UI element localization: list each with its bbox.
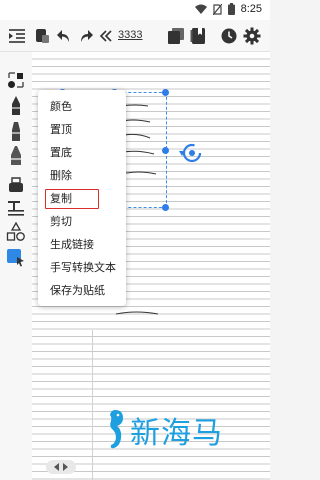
nav-left-icon[interactable]	[54, 463, 59, 471]
seahorse-logo-icon	[110, 410, 123, 449]
selection-tool-icon[interactable]	[6, 248, 26, 268]
pen-icon[interactable]	[6, 96, 26, 116]
gear-icon[interactable]	[242, 26, 262, 46]
page-nav-pill[interactable]	[46, 460, 76, 474]
menu-item-delete[interactable]: 删除	[38, 165, 126, 187]
selection-handle-bottom-right[interactable]	[162, 204, 169, 211]
nav-right-icon[interactable]	[63, 463, 68, 471]
undo-icon[interactable]	[54, 26, 74, 46]
context-menu: 颜色 置顶 置底 删除 复制 剪切 生成链接 手写转换文本 保存为贴纸	[38, 90, 126, 306]
bookmark-book-icon[interactable]	[188, 26, 208, 46]
page-number[interactable]: 3333	[118, 29, 142, 41]
double-chevron-left-icon[interactable]	[96, 26, 116, 46]
eraser-tool-icon[interactable]	[6, 174, 26, 194]
menu-item-cut[interactable]: 剪切	[38, 211, 126, 233]
status-bar: 8:25	[0, 0, 270, 20]
no-sim-icon	[212, 3, 222, 15]
menu-item-bring-to-top[interactable]: 置顶	[38, 119, 126, 141]
battery-icon	[227, 3, 235, 15]
clock-icon[interactable]	[219, 26, 239, 46]
menu-item-send-to-bottom[interactable]: 置底	[38, 142, 126, 164]
layers-icon[interactable]	[166, 26, 186, 46]
eraser-icon[interactable]	[32, 26, 52, 46]
highlighter-icon[interactable]	[6, 146, 26, 166]
marker-icon[interactable]	[6, 122, 26, 142]
status-time: 8:25	[240, 3, 262, 15]
selection-handle-right[interactable]	[162, 147, 169, 154]
selection-handle-top-right[interactable]	[162, 89, 169, 96]
watermark: 新海马	[106, 408, 223, 452]
menu-item-copy[interactable]: 复制	[44, 188, 100, 210]
top-toolbar: 3333	[0, 20, 270, 52]
screen: 8:25 3333 颜色 置顶 置底 删除 复制 剪切 生成链接 手写转换文本 …	[0, 0, 270, 480]
redo-icon[interactable]	[76, 26, 96, 46]
left-tool-strip	[0, 52, 32, 480]
text-tool-icon[interactable]	[6, 198, 26, 218]
menu-item-generate-link[interactable]: 生成链接	[38, 234, 126, 256]
menu-item-handwriting-to-text[interactable]: 手写转换文本	[38, 257, 126, 279]
list-collapse-icon[interactable]	[7, 26, 27, 46]
lasso-select-icon[interactable]	[6, 70, 26, 90]
shapes-icon[interactable]	[6, 222, 26, 242]
menu-item-save-as-sticker[interactable]: 保存为贴纸	[38, 280, 126, 302]
status-icons: 8:25	[194, 3, 262, 15]
menu-item-color[interactable]: 颜色	[38, 96, 126, 118]
watermark-text: 新海马	[130, 416, 223, 451]
rotate-icon[interactable]	[177, 140, 205, 168]
wifi-icon	[194, 4, 207, 14]
